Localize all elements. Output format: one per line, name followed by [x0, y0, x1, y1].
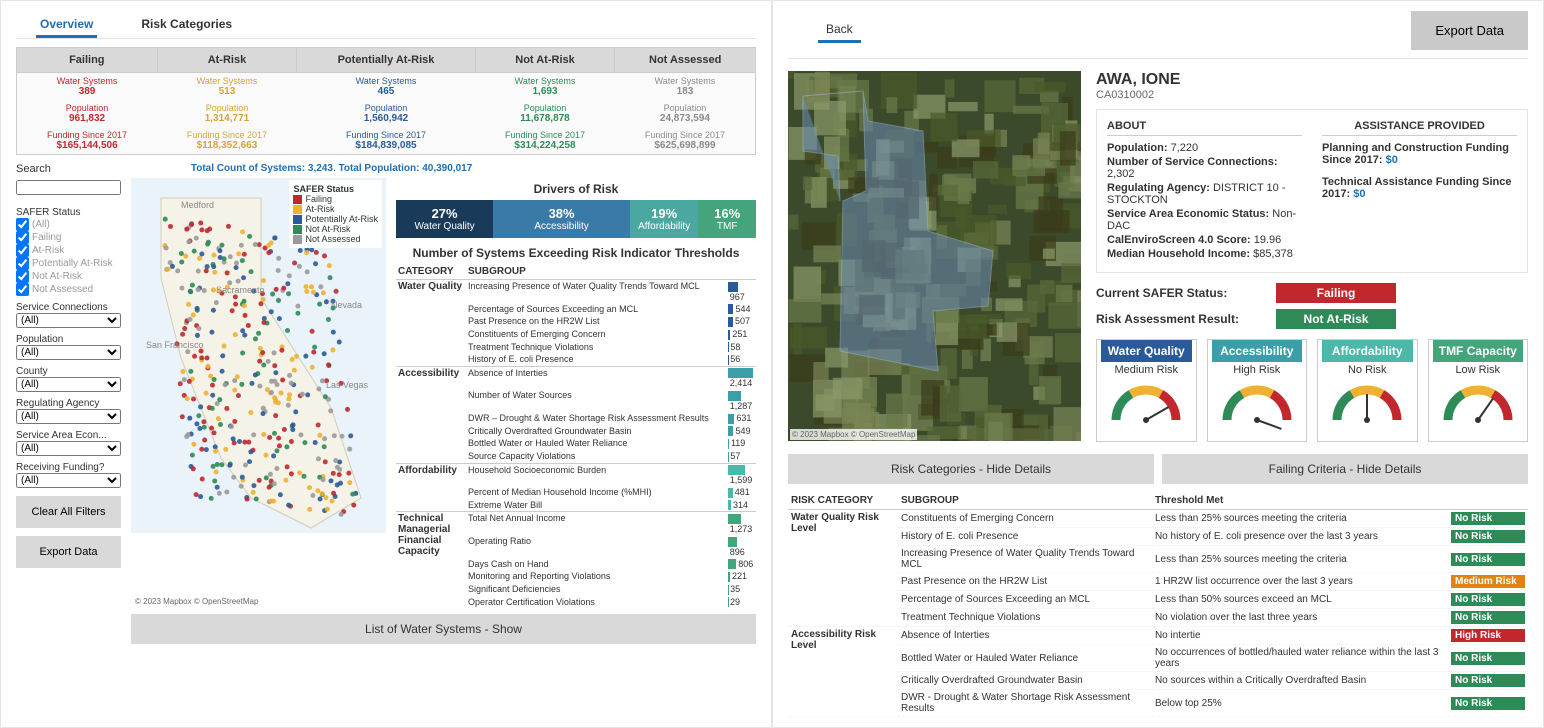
drivers-title: Drivers of Risk	[396, 182, 756, 196]
filters-sidebar: SAFER Status (All) Failing At-Risk Poten…	[16, 178, 121, 644]
export-right-button[interactable]: Export Data	[1411, 11, 1528, 50]
filter-receiving[interactable]: (All)	[16, 473, 121, 488]
list-systems-button[interactable]: List of Water Systems - Show	[131, 614, 756, 644]
map-attribution: © 2023 Mapbox © OpenStreetMap	[133, 596, 260, 607]
failing-details-toggle[interactable]: Failing Criteria - Hide Details	[1162, 454, 1528, 484]
drivers-bar: 27%Water Quality38%Accessibility19%Affor…	[396, 200, 756, 238]
tab-risk[interactable]: Risk Categories	[137, 11, 236, 38]
filter-serviceconn[interactable]: (All)	[16, 313, 121, 328]
safer-status-badge: Failing	[1276, 283, 1396, 303]
gauge-acc: AccessibilityHigh Risk	[1207, 339, 1308, 442]
summary-table: FailingAt-RiskPotentially At-RiskNot At-…	[16, 47, 756, 155]
california-map[interactable]: Medford Nevada Las Vegas San Francisco Sacra…	[131, 178, 386, 608]
filter-county[interactable]: (All)	[16, 377, 121, 392]
tab-overview[interactable]: Overview	[36, 11, 97, 38]
system-id: CA0310002	[1096, 89, 1528, 101]
back-button[interactable]: Back	[818, 18, 861, 43]
svg-text:Sacramento: Sacramento	[216, 285, 265, 295]
filter-regagency[interactable]: (All)	[16, 409, 121, 424]
gauge-aff: AffordabilityNo Risk	[1317, 339, 1418, 442]
map-legend: SAFER Status FailingAt-RiskPotentially A…	[289, 180, 382, 248]
gauge-row: Water QualityMedium RiskAccessibilityHig…	[1096, 339, 1528, 442]
assessment-badge: Not At-Risk	[1276, 309, 1396, 329]
total-systems: 3,243	[308, 163, 333, 174]
tabs: Overview Risk Categories	[16, 11, 756, 39]
gauge-wq: Water QualityMedium Risk	[1096, 339, 1197, 442]
gauge-tmf: TMF CapacityLow Risk	[1428, 339, 1529, 442]
satellite-map[interactable]: © 2023 Mapbox © OpenStreetMap	[788, 71, 1081, 441]
svg-text:San Francisco: San Francisco	[146, 340, 204, 350]
about-box: ABOUT Population: 7,220 Number of Servic…	[1096, 109, 1528, 273]
system-name: AWA, IONE	[1096, 71, 1528, 89]
filter-servicearea[interactable]: (All)	[16, 441, 121, 456]
search-input[interactable]	[16, 180, 121, 195]
detail-table: RISK CATEGORYSUBGROUPThreshold Met Water…	[788, 492, 1528, 717]
bars-title: Number of Systems Exceeding Risk Indicat…	[396, 246, 756, 260]
risk-bars-table: CATEGORYSUBGROUP Water QualityIncreasing…	[396, 264, 756, 608]
clear-filters-button[interactable]: Clear All Filters	[16, 496, 121, 528]
filter-population[interactable]: (All)	[16, 345, 121, 360]
risk-details-toggle[interactable]: Risk Categories - Hide Details	[788, 454, 1154, 484]
search-label: Search	[16, 163, 51, 178]
svg-text:Medford: Medford	[181, 200, 214, 210]
sat-attribution: © 2023 Mapbox © OpenStreetMap	[790, 429, 917, 440]
svg-text:Las Vegas: Las Vegas	[326, 380, 369, 390]
svg-text:Nevada: Nevada	[331, 300, 362, 310]
export-left-button[interactable]: Export Data	[16, 536, 121, 568]
total-population: 40,390,017	[422, 163, 472, 174]
